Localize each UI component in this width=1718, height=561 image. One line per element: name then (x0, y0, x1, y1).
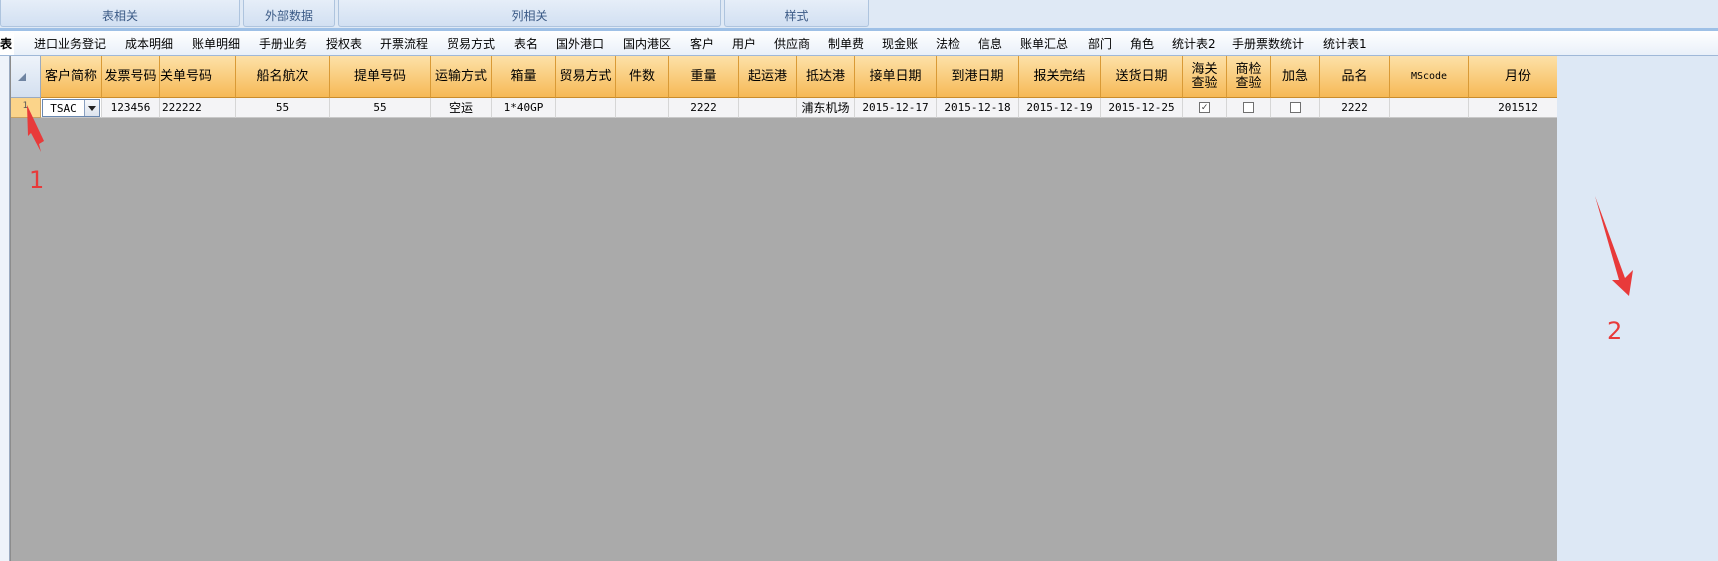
annotation-label-1: 1 (29, 166, 45, 194)
annotation-arrow-2 (1595, 196, 1633, 296)
annotation-arrow-1 (27, 105, 44, 152)
annotation-label-2: 2 (1607, 317, 1623, 345)
annotation-layer (27, 105, 1633, 296)
